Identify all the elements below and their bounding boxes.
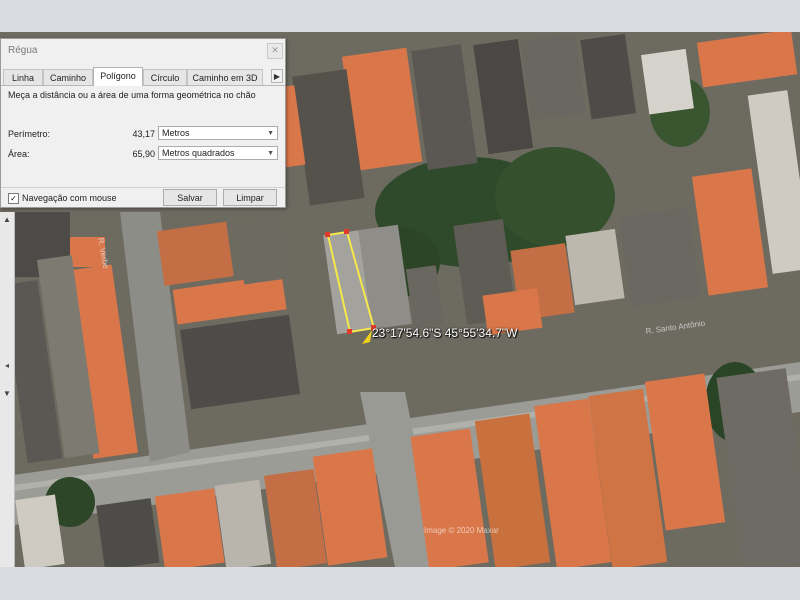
- chevron-down-icon: ▼: [267, 150, 274, 157]
- polygon-vertex[interactable]: [344, 229, 349, 234]
- chevron-down-icon: ▼: [267, 130, 274, 137]
- polygon-vertex[interactable]: [347, 329, 352, 334]
- scroll-up-icon[interactable]: ▲: [2, 216, 12, 224]
- ruler-dialog[interactable]: Régua ✕ Linha Caminho Polígono Círculo C…: [0, 38, 286, 208]
- close-icon[interactable]: ✕: [267, 43, 283, 59]
- save-button[interactable]: Salvar: [163, 189, 217, 206]
- dialog-footer: ✓ Navegação com mouse Salvar Limpar: [1, 187, 285, 208]
- perimeter-value: 43,17: [132, 129, 155, 139]
- area-unit-select[interactable]: Metros quadrados ▼: [158, 146, 278, 160]
- tab-poligono[interactable]: Polígono: [93, 67, 143, 86]
- tab-caminho[interactable]: Caminho: [43, 69, 93, 85]
- tab-caminho-3d[interactable]: Caminho em 3D: [187, 69, 263, 85]
- tab-circulo[interactable]: Círculo: [143, 69, 187, 85]
- mouse-navigation-label[interactable]: Navegação com mouse: [22, 193, 117, 203]
- clear-button[interactable]: Limpar: [223, 189, 277, 206]
- imagery-credit: Image © 2020 Maxar: [424, 526, 499, 535]
- area-value: 65,90: [132, 149, 155, 159]
- mouse-navigation-checkbox[interactable]: ✓: [8, 193, 19, 204]
- tool-description: Meça a distância ou a área de uma forma …: [8, 90, 256, 100]
- tab-linha[interactable]: Linha: [3, 69, 43, 85]
- perimeter-unit-value: Metros: [162, 128, 190, 138]
- scroll-down-icon[interactable]: ▼: [2, 390, 12, 398]
- coordinate-readout: 23°17'54.6"S 45°55'34.7"W: [372, 326, 518, 340]
- tab-bar: Linha Caminho Polígono Círculo Caminho e…: [1, 67, 285, 86]
- polygon-vertex[interactable]: [325, 232, 330, 237]
- perimeter-label: Perímetro:: [8, 129, 51, 139]
- dialog-title: Régua: [8, 45, 38, 56]
- scroll-handle[interactable]: ◂: [2, 362, 12, 370]
- left-sidebar-strip[interactable]: ▲ ◂ ▼: [0, 212, 15, 567]
- perimeter-unit-select[interactable]: Metros ▼: [158, 126, 278, 140]
- tab-scroll-right-icon[interactable]: ▶: [271, 69, 283, 83]
- area-label: Área:: [8, 149, 30, 159]
- area-unit-value: Metros quadrados: [162, 148, 235, 158]
